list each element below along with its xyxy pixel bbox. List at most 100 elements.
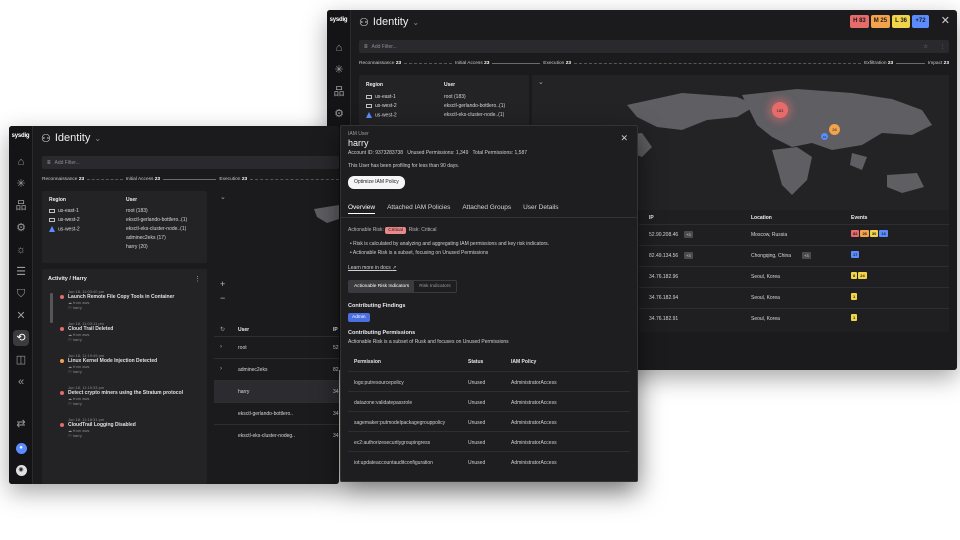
- user-cell[interactable]: harry (20): [126, 244, 148, 250]
- activity-item[interactable]: Jun 18, 11:03:40 pm Launch Remote File Co…: [60, 289, 205, 310]
- policy-cell[interactable]: AdministratorAccess: [511, 420, 557, 426]
- user-name-cell[interactable]: eksctl-gerlando-bottlero..: [238, 411, 293, 417]
- map-marker[interactable]: 16: [821, 133, 828, 140]
- collapse-icon[interactable]: «: [9, 371, 33, 393]
- event-chip[interactable]: 1: [851, 314, 858, 321]
- user-cell[interactable]: eksctl-gerlando-bottlero..(1): [126, 217, 187, 223]
- filter-bar[interactable]: ≡ Add Filter... ☆ ⋮: [359, 40, 949, 53]
- activity-item[interactable]: Jun 18, 11:03:11 pm Cloud Trail Deleted ☁ …: [60, 321, 205, 342]
- user-cell[interactable]: eksctl-eks-cluster-node..(1): [444, 112, 504, 118]
- ip-table-row[interactable]: 82.49.134.56 +3 Chongqing, China +3 17: [639, 245, 949, 266]
- policy-cell[interactable]: AdministratorAccess: [511, 440, 557, 446]
- seg-risk-indicators[interactable]: Risk Indicators: [414, 281, 455, 292]
- user-cell[interactable]: root (183): [126, 208, 148, 214]
- activity-item[interactable]: Jun 18, 11:18:31 pm CloudTrail Logging Di…: [60, 417, 205, 438]
- activity-item[interactable]: Jun 18, 11:19:49 pm Linux Kernel Mode Inj…: [60, 353, 205, 374]
- permission-row[interactable]: iot:updateaccountauditconfiguration Unuse…: [348, 451, 630, 471]
- tab-attached-policies[interactable]: Attached IAM Policies: [387, 204, 450, 214]
- chevron-down-icon[interactable]: ⌄: [412, 18, 419, 27]
- chevron-down-icon[interactable]: ⌄: [220, 193, 226, 201]
- help-icon[interactable]: ●: [9, 435, 33, 457]
- event-chip[interactable]: 24: [858, 272, 867, 279]
- bug-icon[interactable]: ☼: [9, 239, 33, 261]
- filter-bar[interactable]: ≡ Add Filter...: [42, 156, 339, 169]
- map-marker[interactable]: 183: [772, 102, 788, 118]
- user-name-cell[interactable]: root: [238, 345, 247, 351]
- event-chip[interactable]: 1: [851, 293, 858, 300]
- integrations-icon[interactable]: ⇄: [9, 413, 33, 435]
- tab-user-details[interactable]: User Details: [523, 204, 558, 214]
- network-icon[interactable]: ✳: [9, 173, 33, 195]
- permission-row[interactable]: ec2:authorizesecuritygroupingress Unused A…: [348, 431, 630, 451]
- more-locations-chip[interactable]: +3: [802, 252, 811, 259]
- tab-overview[interactable]: Overview: [348, 204, 376, 214]
- event-chip[interactable]: 30: [869, 230, 879, 237]
- zoom-in-button[interactable]: +: [220, 279, 225, 289]
- seg-actionable-risk[interactable]: Actionable Risk Indicators: [349, 281, 415, 292]
- stage-exec[interactable]: Execution 23: [543, 61, 571, 66]
- zoom-out-button[interactable]: −: [220, 293, 225, 303]
- filter-input[interactable]: Add Filter...: [372, 44, 397, 50]
- settings-icon[interactable]: ⚙: [9, 217, 33, 239]
- user-name-cell[interactable]: eksctl-eks-cluster-nodeg..: [238, 433, 295, 439]
- more-ips-chip[interactable]: +3: [684, 252, 693, 259]
- settings-icon[interactable]: ⚙: [327, 103, 351, 125]
- policy-cell[interactable]: AdministratorAccess: [511, 460, 557, 466]
- ip-table-row[interactable]: 34.76.182.91 Seoul, Korea 1: [639, 308, 949, 329]
- more-ips-chip[interactable]: +3: [684, 231, 693, 238]
- badge-more[interactable]: +72: [912, 15, 929, 28]
- event-chip[interactable]: 8: [851, 272, 858, 279]
- policy-cell[interactable]: AdministratorAccess: [511, 380, 557, 386]
- hierarchy-icon[interactable]: 品: [9, 195, 33, 217]
- user-cell[interactable]: eksctl-gerlando-bottlero..(1): [444, 103, 505, 109]
- close-icon[interactable]: ✕: [620, 133, 628, 144]
- event-chip[interactable]: 16: [879, 230, 888, 237]
- more-icon[interactable]: ⋮: [194, 275, 201, 283]
- chevron-right-icon[interactable]: ›: [220, 366, 222, 372]
- user-cell[interactable]: eksctl-eks-cluster-node..(1): [126, 226, 186, 232]
- policy-cell[interactable]: AdministratorAccess: [511, 400, 557, 406]
- user-row[interactable]: eksctl-eks-cluster-nodeg.. 34.: [214, 424, 339, 446]
- stage-exec[interactable]: Execution 23: [219, 177, 247, 182]
- user-row[interactable]: › root 52.: [214, 336, 339, 358]
- shield-icon[interactable]: ⛉: [9, 283, 33, 305]
- event-chip[interactable]: 82: [851, 230, 860, 237]
- user-row[interactable]: › adminec2eks 82.: [214, 358, 339, 380]
- user-name-cell[interactable]: harry: [238, 389, 249, 395]
- identity-nav-icon[interactable]: ⟲: [9, 327, 33, 349]
- stage-initial[interactable]: Initial Access 23: [455, 61, 489, 66]
- tab-attached-groups[interactable]: Attached Groups: [462, 204, 511, 214]
- user-name-cell[interactable]: adminec2eks: [238, 367, 267, 373]
- refresh-icon[interactable]: ↻: [220, 326, 225, 333]
- timeline-scrubber[interactable]: [50, 293, 53, 323]
- chevron-down-icon[interactable]: ⌄: [94, 134, 101, 143]
- event-chip[interactable]: 17: [851, 251, 860, 258]
- activity-item[interactable]: Jun 18, 11:19:33 pm Detect crypto miners …: [60, 385, 205, 406]
- chevron-right-icon[interactable]: ›: [220, 344, 222, 350]
- list-icon[interactable]: ☰: [9, 261, 33, 283]
- ip-table-row[interactable]: 34.76.182.96 Seoul, Korea 8 24: [639, 266, 949, 287]
- ip-table-row[interactable]: 34.76.182.94 Seoul, Korea 1: [639, 287, 949, 308]
- stage-exfil[interactable]: Exfiltration 23: [864, 61, 893, 66]
- permission-row[interactable]: sagemaker:putmodelpackagegrouppolicy Unus…: [348, 411, 630, 431]
- event-chip[interactable]: 26: [860, 230, 869, 237]
- more-icon[interactable]: ⋮: [940, 44, 945, 50]
- optimize-iam-button[interactable]: Optimize IAM Policy: [348, 176, 405, 189]
- user-cell[interactable]: root (183): [444, 94, 466, 100]
- chevron-down-icon[interactable]: ⌄: [538, 78, 544, 86]
- close-icon[interactable]: ✕: [941, 14, 950, 27]
- badge-low[interactable]: L 36: [892, 15, 910, 28]
- badge-medium[interactable]: M 25: [870, 15, 891, 28]
- user-row[interactable]: harry 34.: [214, 380, 339, 402]
- ip-table-row[interactable]: 52.90.208.46 +3 Moscow, Russia 82 26 30 16: [639, 224, 949, 245]
- permission-row[interactable]: datazone:validatepassrole Unused Administr…: [348, 391, 630, 411]
- stage-impact[interactable]: Impact 23: [928, 61, 949, 66]
- user-row[interactable]: eksctl-gerlando-bottlero.. 34.: [214, 402, 339, 424]
- learn-more-link[interactable]: Learn more in docs: [348, 265, 391, 271]
- home-icon[interactable]: ⌂: [327, 37, 351, 59]
- gauge-icon[interactable]: ◫: [9, 349, 33, 371]
- star-icon[interactable]: ☆: [924, 44, 928, 50]
- map-marker[interactable]: 26: [829, 124, 840, 135]
- avatar[interactable]: ◉: [9, 457, 33, 479]
- network-icon[interactable]: ✳: [327, 59, 351, 81]
